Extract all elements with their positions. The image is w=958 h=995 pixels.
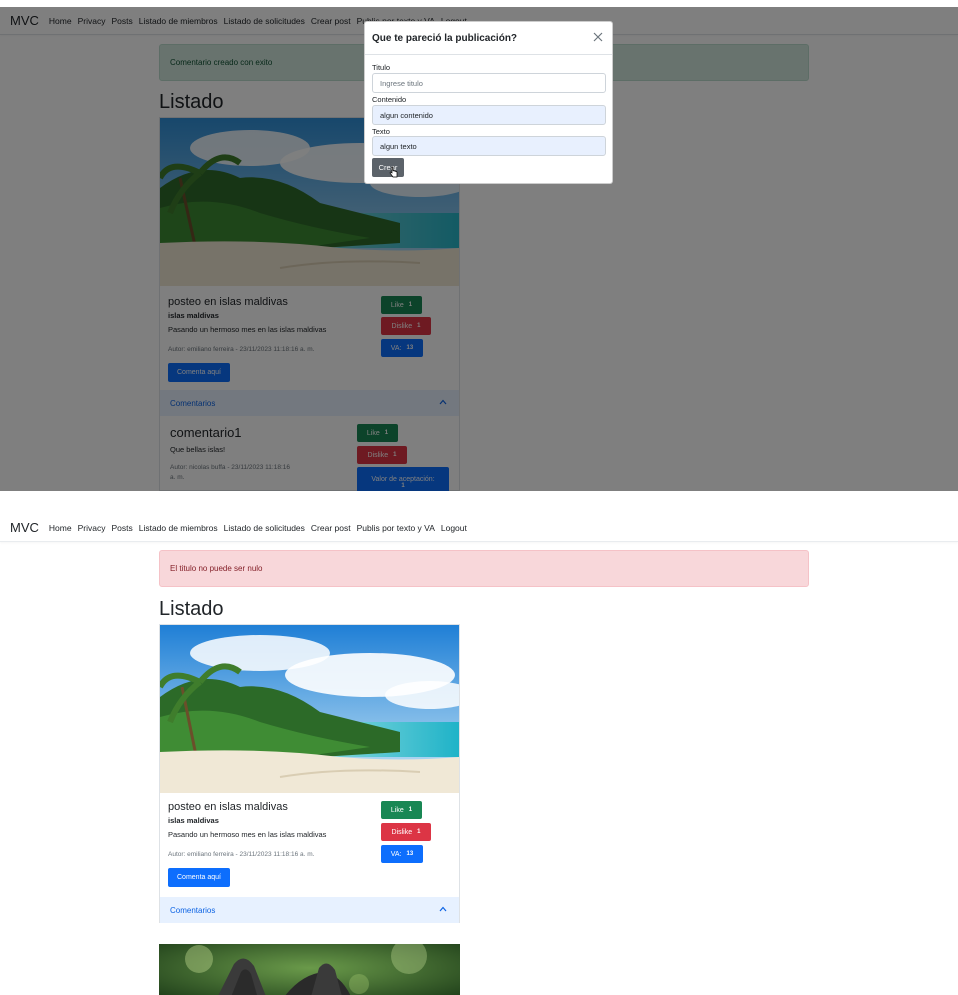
close-icon[interactable] bbox=[592, 31, 604, 43]
nav-link-posts[interactable]: Posts bbox=[111, 523, 132, 533]
crear-button[interactable]: Crear bbox=[372, 158, 404, 177]
post-text: Pasando un hermoso mes en las islas mald… bbox=[168, 830, 327, 839]
accordion-label: Comentarios bbox=[170, 905, 216, 915]
navbar-brand[interactable]: MVC bbox=[10, 520, 39, 535]
texto-input[interactable]: algun texto bbox=[372, 136, 606, 156]
dislike-label: Dislike bbox=[391, 828, 413, 836]
error-alert: El titulo no puede ser nulo bbox=[159, 550, 809, 587]
nav-link-crear-post[interactable]: Crear post bbox=[311, 523, 351, 533]
dislike-count: 1 bbox=[417, 829, 421, 835]
alert-text: El titulo no puede ser nulo bbox=[170, 564, 263, 573]
page-title: Listado bbox=[159, 598, 224, 620]
comment-button[interactable]: Comenta aquí bbox=[168, 868, 230, 887]
screenshot-modal-open: MVC Home Privacy Posts Listado de miembr… bbox=[0, 7, 958, 491]
hand-cursor-icon bbox=[389, 166, 398, 178]
va-label: VA: bbox=[390, 850, 402, 858]
like-button[interactable]: Like 1 bbox=[381, 801, 422, 819]
post-card: posteo en islas maldivas islas maldivas … bbox=[159, 624, 460, 923]
post-card-2 bbox=[159, 944, 460, 995]
post-subtitle: islas maldivas bbox=[168, 816, 219, 825]
post-image-2 bbox=[159, 944, 460, 995]
nav-link-publis[interactable]: Publis por texto y VA bbox=[357, 523, 435, 533]
titulo-input[interactable]: Ingrese titulo bbox=[372, 73, 606, 93]
modal-title: Que te pareció la publicación? bbox=[372, 32, 518, 44]
comments-accordion-toggle[interactable]: Comentarios bbox=[160, 897, 459, 923]
beach-image bbox=[160, 625, 459, 793]
dislike-button[interactable]: Dislike 1 bbox=[381, 823, 431, 841]
titulo-label: Titulo bbox=[372, 63, 391, 72]
feedback-modal: Que te pareció la publicación? Titulo In… bbox=[364, 21, 613, 184]
modal-header: Que te pareció la publicación? bbox=[365, 22, 612, 55]
nav-link-logout[interactable]: Logout bbox=[441, 523, 467, 533]
nav-link-home[interactable]: Home bbox=[49, 523, 72, 533]
va-count: 13 bbox=[406, 851, 414, 857]
nav-link-miembros[interactable]: Listado de miembros bbox=[139, 523, 218, 533]
contenido-label: Contenido bbox=[372, 95, 407, 104]
nav-link-solicitudes[interactable]: Listado de solicitudes bbox=[224, 523, 305, 533]
navbar: MVC Home Privacy Posts Listado de miembr… bbox=[0, 514, 958, 542]
like-label: Like bbox=[390, 806, 404, 814]
chevron-up-icon bbox=[439, 906, 447, 912]
nav-link-privacy[interactable]: Privacy bbox=[78, 523, 106, 533]
post-meta: Autor: emiliano ferreira - 23/11/2023 11… bbox=[168, 851, 315, 858]
screenshot-validation-error: MVC Home Privacy Posts Listado de miembr… bbox=[0, 514, 958, 995]
like-count: 1 bbox=[408, 807, 413, 813]
texto-label: Texto bbox=[372, 127, 390, 136]
contenido-input[interactable]: algun contenido bbox=[372, 105, 606, 125]
va-button[interactable]: VA: 13 bbox=[381, 845, 423, 863]
post-title: posteo en islas maldivas bbox=[168, 801, 288, 813]
